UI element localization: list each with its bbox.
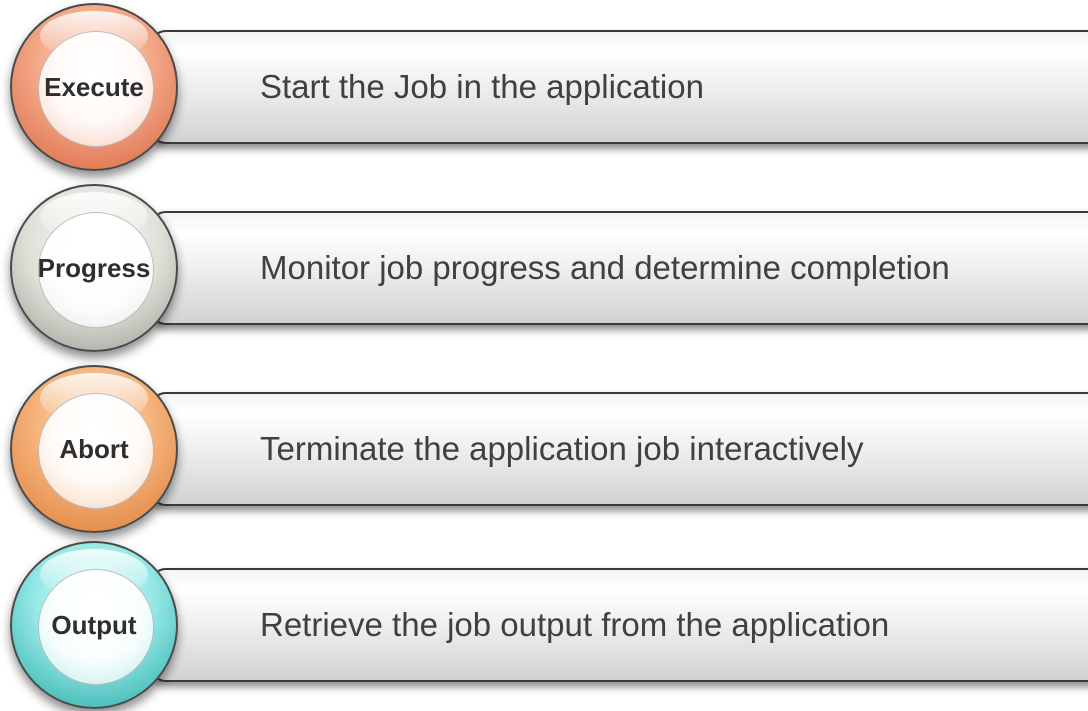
step-label: Output — [51, 610, 137, 640]
process-steps-diagram: Start the Job in the application Execute… — [0, 0, 1088, 711]
step-badge: Abort — [10, 365, 178, 533]
step-badge: Output — [10, 541, 178, 709]
step-label: Execute — [44, 72, 144, 102]
step-description-box: Terminate the application job interactiv… — [150, 392, 1088, 506]
step-label: Progress — [37, 253, 151, 283]
step-label: Abort — [59, 434, 129, 464]
step-progress: Monitor job progress and determine compl… — [0, 184, 1088, 359]
step-badge: Progress — [10, 184, 178, 352]
step-description-box: Start the Job in the application — [150, 30, 1088, 144]
step-abort: Terminate the application job interactiv… — [0, 365, 1088, 540]
step-description: Start the Job in the application — [260, 68, 704, 105]
step-description: Terminate the application job interactiv… — [260, 430, 864, 467]
step-output: Retrieve the job output from the applica… — [0, 541, 1088, 711]
step-description: Monitor job progress and determine compl… — [260, 249, 950, 286]
step-description-box: Retrieve the job output from the applica… — [150, 568, 1088, 682]
step-execute: Start the Job in the application Execute — [0, 3, 1088, 178]
step-description-box: Monitor job progress and determine compl… — [150, 211, 1088, 325]
step-badge: Execute — [10, 3, 178, 171]
step-description: Retrieve the job output from the applica… — [260, 606, 890, 643]
